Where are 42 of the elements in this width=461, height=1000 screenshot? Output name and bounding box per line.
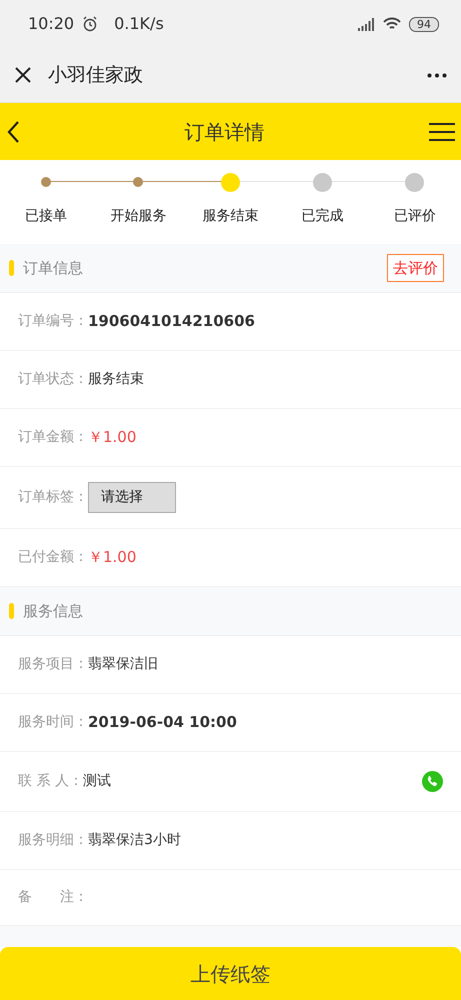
close-button[interactable] <box>14 66 32 84</box>
field-label: 服务明细： <box>18 831 88 850</box>
upload-button[interactable]: 上传纸签 <box>0 947 461 1000</box>
price-value: ￥1.00 <box>88 547 136 568</box>
field-label: 订单状态： <box>18 370 88 389</box>
price-value: ￥1.00 <box>88 427 136 448</box>
network-speed: 0.1K/s <box>114 13 164 35</box>
field-value: 翡翠保洁旧 <box>88 655 158 674</box>
section-marker <box>9 260 14 276</box>
tag-select[interactable]: 请选择 <box>88 482 176 513</box>
battery-indicator: 94 <box>409 16 439 32</box>
app-title: 小羽佳家政 <box>48 62 143 88</box>
wifi-icon <box>383 17 401 31</box>
section-title: 订单信息 <box>23 258 83 279</box>
field-value: 翡翠保洁3小时 <box>88 831 181 850</box>
step-label: 已完成 <box>302 207 344 226</box>
step-label: 服务结束 <box>202 207 258 226</box>
page-title: 订单详情 <box>184 120 264 144</box>
back-button[interactable] <box>6 120 20 144</box>
step-label: 已接单 <box>25 207 68 226</box>
field-value: 服务结束 <box>88 370 144 389</box>
menu-button[interactable] <box>429 122 455 142</box>
field-label: 订单金额： <box>18 428 88 447</box>
alarm-icon <box>82 16 98 32</box>
field-label: 服务时间： <box>18 713 88 732</box>
field-label: 订单编号： <box>18 312 88 331</box>
field-value: 1906041014210606 <box>88 311 255 332</box>
field-label: 联 系 人： <box>18 772 83 791</box>
field-value: 测试 <box>82 772 111 791</box>
section-title: 服务信息 <box>23 600 83 622</box>
step-label: 已评价 <box>394 207 436 226</box>
field-label: 备 注： <box>18 888 88 907</box>
field-label: 服务项目： <box>18 655 88 674</box>
status-time: 10:20 <box>28 13 74 35</box>
more-button[interactable] <box>427 72 447 78</box>
section-marker <box>9 603 14 619</box>
signal-icon <box>358 18 375 30</box>
step-label: 开始服务 <box>110 207 166 226</box>
field-label: 已付金额： <box>18 548 88 567</box>
rate-button[interactable]: 去评价 <box>387 254 444 282</box>
field-label: 订单标签： <box>18 488 88 507</box>
field-value: 2019-06-04 10:00 <box>88 712 237 734</box>
